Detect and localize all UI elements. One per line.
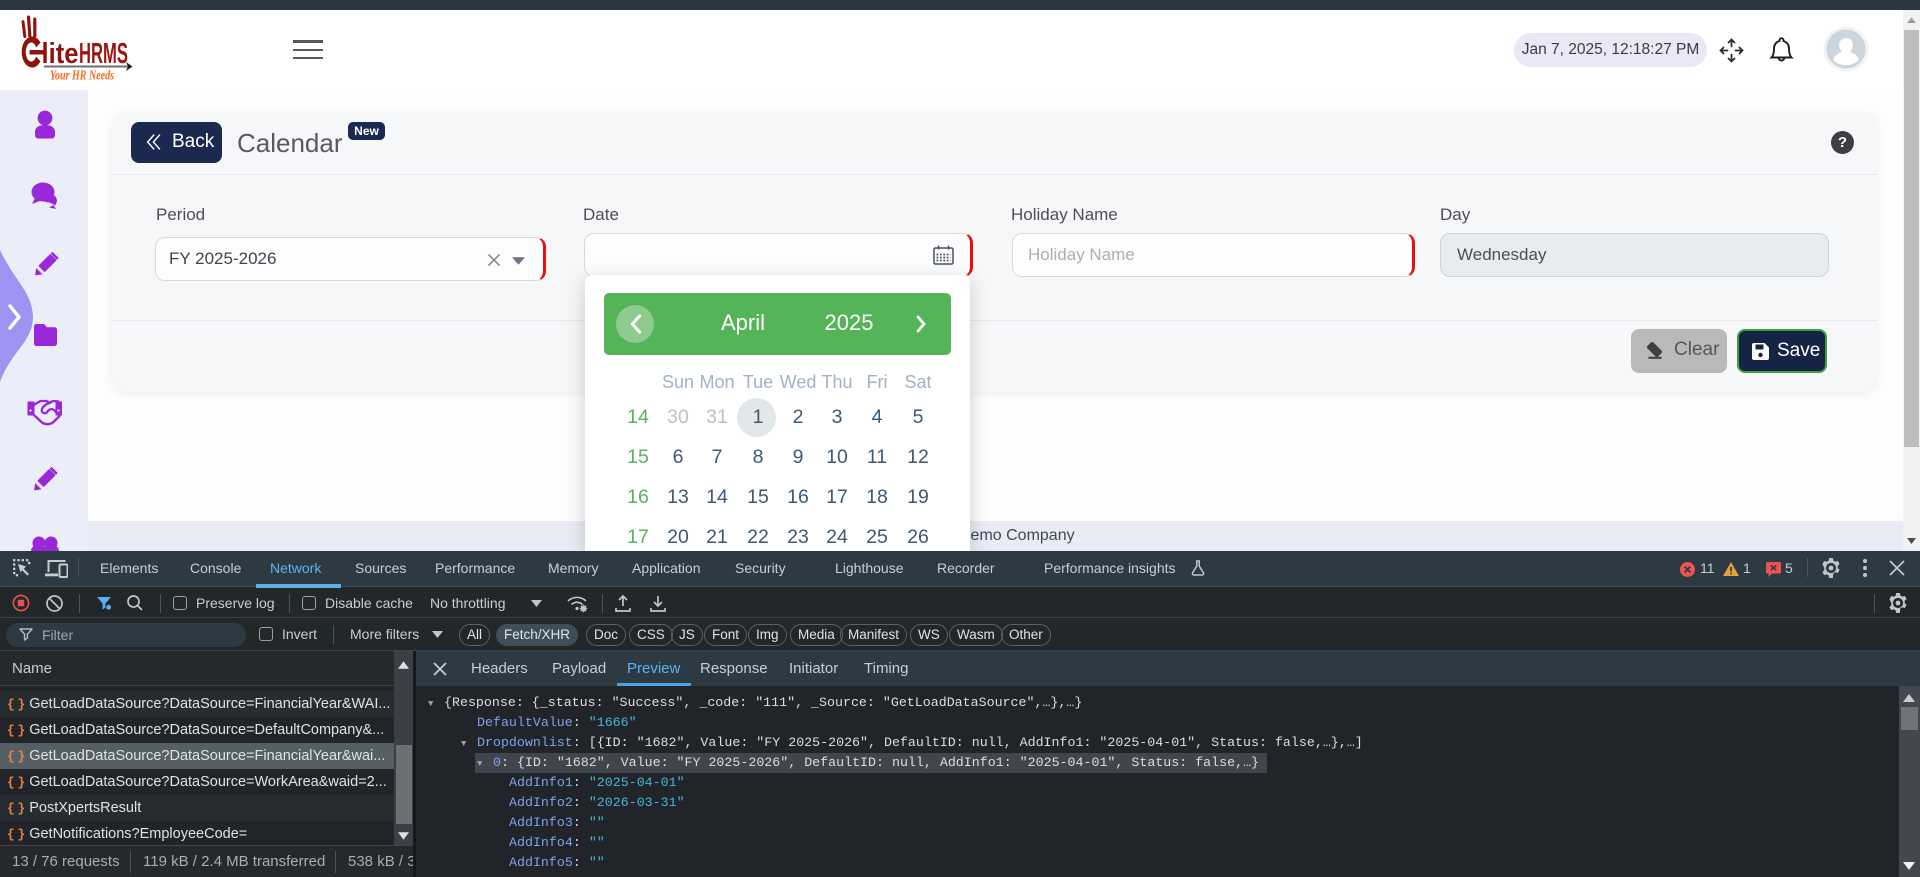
svg-text:lite: lite [42, 38, 79, 70]
svg-text:HRMS: HRMS [79, 38, 128, 70]
svg-text:Your HR Needs: Your HR Needs [50, 69, 114, 82]
